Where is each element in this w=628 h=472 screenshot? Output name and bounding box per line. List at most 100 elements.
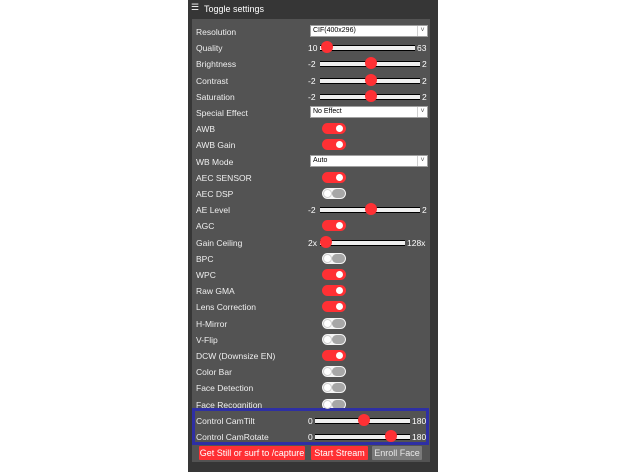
- setting-resolution: Resolution CIF(400x296) ˅: [192, 23, 430, 39]
- contrast-max-value: 2: [422, 75, 427, 86]
- chevron-down-icon: ˅: [417, 107, 427, 117]
- toggle-knob: [324, 190, 331, 197]
- servo-controls-highlight: [192, 408, 429, 445]
- toggle-knob: [324, 335, 331, 343]
- setting-quality: Quality 10 63: [192, 39, 430, 55]
- dcw-downsize-en-toggle[interactable]: [322, 350, 346, 361]
- quality-slider[interactable]: [320, 45, 415, 52]
- toggle-knob: [336, 352, 343, 359]
- awb-gain-toggle[interactable]: [322, 139, 346, 151]
- toggle-knob: [336, 173, 343, 181]
- gain-ceiling-label: Gain Ceiling: [196, 237, 243, 248]
- toggle-knob: [324, 254, 331, 262]
- raw-gma-label: Raw GMA: [196, 286, 235, 297]
- setting-gain-ceiling: Gain Ceiling 2x 128x: [192, 234, 430, 250]
- setting-v-flip: V-Flip: [192, 331, 430, 347]
- start-stream-button[interactable]: Start Stream: [311, 446, 368, 460]
- setting-h-mirror: H-Mirror: [192, 315, 430, 331]
- wpc-label: WPC: [196, 270, 216, 280]
- toggle-knob: [336, 222, 343, 230]
- chevron-down-icon: ˅: [417, 155, 427, 166]
- setting-saturation: Saturation -2 2: [192, 88, 430, 104]
- ae-level-max-value: 2: [422, 205, 427, 216]
- contrast-label: Contrast: [196, 75, 229, 86]
- wpc-toggle[interactable]: [322, 269, 346, 280]
- agc-label: AGC: [196, 221, 215, 232]
- aec-dsp-label: AEC DSP: [196, 189, 234, 199]
- brightness-max-value: 2: [422, 59, 427, 70]
- quality-slider-thumb[interactable]: [321, 41, 333, 54]
- chevron-down-icon: ˅: [417, 26, 427, 36]
- color-bar-toggle[interactable]: [322, 366, 346, 378]
- setting-wpc: WPC: [192, 266, 430, 282]
- setting-lens-correction: Lens Correction: [192, 298, 430, 314]
- lens-correction-toggle[interactable]: [322, 301, 346, 313]
- color-bar-label: Color Bar: [196, 367, 232, 378]
- bpc-toggle[interactable]: [322, 252, 346, 264]
- setting-face-detection: Face Detection: [192, 379, 430, 395]
- ae-level-slider-thumb[interactable]: [365, 203, 377, 216]
- brightness-min-value: -2: [308, 59, 316, 70]
- settings-header[interactable]: ☰ Toggle settings: [188, 0, 438, 19]
- v-flip-label: V-Flip: [196, 334, 218, 345]
- dcw-downsize-en-label: DCW (Downsize EN): [196, 351, 276, 361]
- wb-mode-selected-value: Auto: [313, 156, 328, 164]
- raw-gma-toggle[interactable]: [322, 285, 346, 297]
- special-effect-select[interactable]: No Effect ˅: [310, 106, 428, 118]
- toggle-knob: [336, 125, 343, 133]
- toggle-knob: [336, 141, 343, 149]
- contrast-slider-thumb[interactable]: [365, 73, 377, 86]
- setting-agc: AGC: [192, 217, 430, 233]
- settings-panel: ☰ Toggle settings Resolution CIF(400x296)…: [188, 0, 438, 472]
- gain-ceiling-slider[interactable]: [320, 239, 405, 246]
- brightness-label: Brightness: [196, 59, 237, 70]
- awb-label: AWB: [196, 124, 216, 135]
- quality-max-value: 63: [417, 43, 427, 54]
- wb-mode-select[interactable]: Auto ˅: [310, 154, 428, 167]
- resolution-label: Resolution: [196, 27, 237, 37]
- setting-bpc: BPC: [192, 250, 430, 266]
- special-effect-selected-value: No Effect: [313, 108, 342, 115]
- gain-ceiling-slider-thumb[interactable]: [319, 235, 332, 248]
- h-mirror-toggle[interactable]: [322, 317, 346, 329]
- v-flip-toggle[interactable]: [322, 333, 346, 345]
- awb-toggle[interactable]: [322, 123, 346, 135]
- toggle-knob: [336, 287, 343, 295]
- toggle-knob: [324, 368, 331, 376]
- awb-gain-label: AWB Gain: [196, 140, 236, 151]
- gain-ceiling-max-value: 128x: [407, 237, 426, 248]
- setting-brightness: Brightness -2 2: [192, 55, 430, 71]
- brightness-slider-thumb[interactable]: [365, 57, 377, 70]
- bpc-label: BPC: [196, 253, 214, 264]
- menu-icon[interactable]: ☰: [191, 3, 199, 12]
- toggle-knob: [324, 319, 331, 327]
- saturation-slider-thumb[interactable]: [365, 89, 377, 102]
- resolution-select[interactable]: CIF(400x296) ˅: [310, 25, 428, 37]
- ae-level-label: AE Level: [196, 205, 231, 216]
- agc-toggle[interactable]: [322, 220, 346, 232]
- setting-awb-gain: AWB Gain: [192, 136, 430, 152]
- enroll-face-button[interactable]: Enroll Face: [372, 446, 422, 460]
- aec-dsp-toggle[interactable]: [322, 188, 346, 199]
- setting-special-effect: Special Effect No Effect ˅: [192, 104, 430, 120]
- setting-awb: AWB: [192, 120, 430, 136]
- settings-title: Toggle settings: [204, 4, 265, 14]
- toggle-knob: [336, 271, 343, 278]
- lens-correction-label: Lens Correction: [196, 302, 257, 313]
- setting-wb-mode: WB Mode Auto ˅: [192, 153, 430, 169]
- toggle-knob: [324, 384, 331, 392]
- setting-aec-sensor: AEC SENSOR: [192, 169, 430, 185]
- saturation-min-value: -2: [308, 91, 316, 102]
- wb-mode-label: WB Mode: [196, 156, 234, 167]
- saturation-max-value: 2: [422, 91, 427, 102]
- aec-sensor-toggle[interactable]: [322, 171, 346, 183]
- setting-contrast: Contrast -2 2: [192, 72, 430, 88]
- saturation-label: Saturation: [196, 91, 235, 102]
- resolution-selected-value: CIF(400x296): [313, 27, 356, 34]
- get-still-button[interactable]: Get Still or surf to /capture: [199, 446, 305, 460]
- setting-color-bar: Color Bar: [192, 363, 430, 379]
- face-detection-toggle[interactable]: [322, 382, 346, 394]
- quality-label: Quality: [196, 43, 223, 54]
- contrast-min-value: -2: [308, 75, 316, 86]
- setting-dcw-downsize-en: DCW (Downsize EN): [192, 347, 430, 363]
